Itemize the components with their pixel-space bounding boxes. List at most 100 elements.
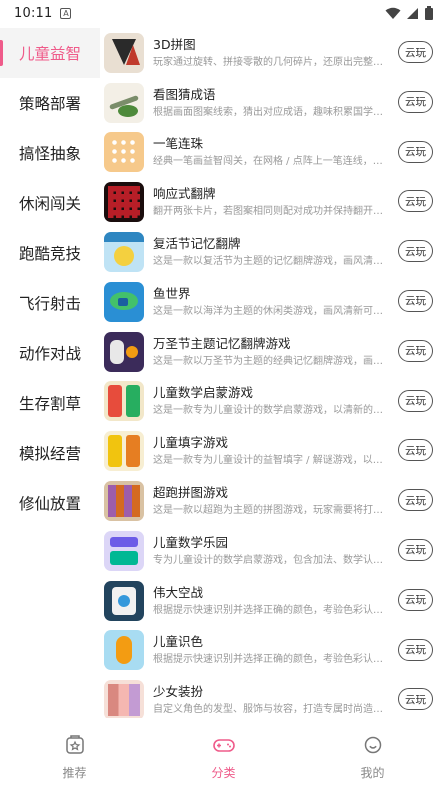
game-title: 伟大空战 bbox=[153, 584, 204, 600]
sidebar-item-idle[interactable]: 修仙放置 bbox=[0, 478, 100, 528]
sidebar-item-label: 飞行射击 bbox=[18, 295, 81, 313]
sidebar-item-label: 搞怪抽象 bbox=[18, 145, 81, 163]
fish-world-icon bbox=[104, 281, 144, 322]
battery-icon bbox=[425, 6, 433, 20]
cloud-play-button[interactable]: 云玩 bbox=[398, 688, 433, 711]
game-description: 这是一款专为儿童设计的数学启蒙游戏，以清新的田... bbox=[153, 405, 389, 417]
sidebar-item-label: 动作对战 bbox=[18, 345, 81, 363]
list-item[interactable]: 复活节记忆翻牌 这是一款以复活节为主题的记忆翻牌游戏，画风清新... 云玩 bbox=[100, 227, 447, 277]
puzzle-3d-icon bbox=[104, 32, 144, 73]
kids-color-icon bbox=[104, 630, 144, 671]
tab-label: 分类 bbox=[211, 766, 236, 780]
easter-memory-icon bbox=[104, 232, 144, 273]
sidebar-item-kids-puzzle[interactable]: 儿童益智 bbox=[0, 28, 100, 78]
game-description: 专为儿童设计的数学启蒙游戏，包含加法、数学认知... bbox=[153, 554, 389, 566]
supercar-puzzle-icon bbox=[104, 481, 144, 522]
status-indicators bbox=[385, 6, 433, 20]
notification-icon: A bbox=[60, 7, 72, 19]
air-battle-icon bbox=[104, 580, 144, 621]
cloud-play-button[interactable]: 云玩 bbox=[398, 339, 433, 362]
cloud-play-button[interactable]: 云玩 bbox=[398, 538, 433, 561]
game-title: 儿童识色 bbox=[153, 634, 204, 650]
list-item[interactable]: 超跑拼图游戏这是一款以超跑为主题的拼图游戏，玩家需要将打乱... 云玩 bbox=[100, 476, 447, 526]
game-description: 这是一款以海洋为主题的休闲类游戏，画风清新可爱... bbox=[153, 305, 389, 317]
one-stroke-icon bbox=[104, 132, 144, 173]
kids-math-icon bbox=[104, 381, 144, 422]
wifi-icon bbox=[385, 7, 401, 19]
cloud-play-button[interactable]: 云玩 bbox=[398, 289, 433, 312]
game-description: 这是一款以万圣节为主题的经典记忆翻牌游戏，画面... bbox=[153, 355, 389, 367]
list-item[interactable]: 万圣节主题记忆翻牌游戏这是一款以万圣节为主题的经典记忆翻牌游戏，画面... 云玩 bbox=[100, 327, 447, 377]
list-item[interactable]: 儿童数学启蒙游戏这是一款专为儿童设计的数学启蒙游戏，以清新的田... 云玩 bbox=[100, 377, 447, 427]
game-description: 经典一笔画益智闯关，在网格 / 点阵上一笔连线，不... bbox=[153, 156, 389, 168]
cloud-play-button[interactable]: 云玩 bbox=[398, 489, 433, 512]
game-title: 一笔连珠 bbox=[153, 136, 204, 152]
game-description: 这是一款以超跑为主题的拼图游戏，玩家需要将打乱... bbox=[153, 505, 389, 517]
category-sidebar: 儿童益智 策略部署 搞怪抽象 休闲闯关 跑酷竞技 飞行射击 动作对战 生存割草 … bbox=[0, 28, 100, 528]
tab-recommend[interactable]: 推荐 bbox=[0, 732, 149, 794]
game-title: 儿童填字游戏 bbox=[153, 435, 229, 451]
cloud-play-button[interactable]: 云玩 bbox=[398, 588, 433, 611]
list-item[interactable]: 伟大空战根据提示快速识别并选择正确的颜色，考验色彩认知... 云玩 bbox=[100, 576, 447, 626]
list-item[interactable]: 一笔连珠经典一笔画益智闯关，在网格 / 点阵上一笔连线，不... 云玩 bbox=[100, 128, 447, 178]
list-item[interactable]: 响应式翻牌翻开两张卡片，若图案相同则配对成功并保持翻开状... 云玩 bbox=[100, 177, 447, 227]
halloween-memory-icon bbox=[104, 331, 144, 372]
tab-label: 推荐 bbox=[62, 766, 87, 780]
cloud-play-button[interactable]: 云玩 bbox=[398, 90, 433, 113]
list-item[interactable]: 儿童填字游戏这是一款专为儿童设计的益智填字 / 解谜游戏，以气... 云玩 bbox=[100, 426, 447, 476]
cloud-play-button[interactable]: 云玩 bbox=[398, 140, 433, 163]
sidebar-item-shooting[interactable]: 飞行射击 bbox=[0, 278, 100, 328]
sidebar-item-label: 儿童益智 bbox=[18, 45, 81, 63]
sidebar-item-label: 休闲闯关 bbox=[18, 195, 81, 213]
game-description: 这是一款专为儿童设计的益智填字 / 解谜游戏，以气... bbox=[153, 455, 389, 467]
game-list: 3D拼图玩家通过旋转、拼接零散的几何碎片，还原出完整的 3... 云玩 看图猜成… bbox=[100, 28, 447, 718]
game-title: 看图猜成语 bbox=[153, 86, 216, 102]
list-item[interactable]: 儿童数学乐园专为儿童设计的数学启蒙游戏，包含加法、数学认知... 云玩 bbox=[100, 526, 447, 576]
cloud-play-button[interactable]: 云玩 bbox=[398, 190, 433, 213]
status-bar: 10:11 A bbox=[0, 0, 447, 26]
sidebar-item-casual[interactable]: 休闲闯关 bbox=[0, 178, 100, 228]
game-description: 根据提示快速识别并选择正确的颜色，考验色彩认知... bbox=[153, 604, 389, 616]
idiom-guess-icon bbox=[104, 82, 144, 123]
sidebar-item-parkour[interactable]: 跑酷竞技 bbox=[0, 228, 100, 278]
profile-icon bbox=[364, 736, 381, 754]
cloud-play-button[interactable]: 云玩 bbox=[398, 439, 433, 462]
game-title: 响应式翻牌 bbox=[153, 186, 216, 202]
game-description: 玩家通过旋转、拼接零散的几何碎片，还原出完整的 3... bbox=[153, 56, 389, 68]
game-description: 根据画面图案线索，猜出对应成语，趣味积累国学知识 bbox=[153, 106, 389, 118]
game-title: 少女装扮 bbox=[153, 684, 204, 700]
game-description: 自定义角色的发型、服饰与妆容，打造专属时尚造型... bbox=[153, 704, 389, 716]
game-title: 儿童数学启蒙游戏 bbox=[153, 385, 254, 401]
game-description: 根据提示快速识别并选择正确的颜色，考验色彩认知... bbox=[153, 654, 389, 666]
sidebar-item-label: 模拟经营 bbox=[18, 445, 81, 463]
game-title: 儿童数学乐园 bbox=[153, 534, 229, 550]
game-title: 万圣节主题记忆翻牌游戏 bbox=[153, 335, 291, 351]
gamepad-icon bbox=[212, 739, 235, 752]
kids-math-park-icon bbox=[104, 530, 144, 571]
list-item[interactable]: 鱼世界这是一款以海洋为主题的休闲类游戏，画风清新可爱... 云玩 bbox=[100, 277, 447, 327]
kids-crossword-icon bbox=[104, 431, 144, 472]
cloud-play-button[interactable]: 云玩 bbox=[398, 240, 433, 263]
game-title: 复活节记忆翻牌 bbox=[153, 236, 241, 252]
sidebar-item-funny[interactable]: 搞怪抽象 bbox=[0, 128, 100, 178]
cloud-play-button[interactable]: 云玩 bbox=[398, 638, 433, 661]
list-item[interactable]: 少女装扮自定义角色的发型、服饰与妆容，打造专属时尚造型... 云玩 bbox=[100, 675, 447, 718]
sidebar-item-strategy[interactable]: 策略部署 bbox=[0, 78, 100, 128]
girl-dressup-icon bbox=[104, 680, 144, 718]
tab-category[interactable]: 分类 bbox=[149, 732, 298, 794]
tab-profile[interactable]: 我的 bbox=[298, 732, 447, 794]
list-item[interactable]: 儿童识色根据提示快速识别并选择正确的颜色，考验色彩认知... 云玩 bbox=[100, 626, 447, 676]
sidebar-item-simulation[interactable]: 模拟经营 bbox=[0, 428, 100, 478]
game-title: 超跑拼图游戏 bbox=[153, 485, 229, 501]
list-item[interactable]: 看图猜成语根据画面图案线索，猜出对应成语，趣味积累国学知识 云玩 bbox=[100, 78, 447, 128]
sidebar-item-action[interactable]: 动作对战 bbox=[0, 328, 100, 378]
game-description: 翻开两张卡片，若图案相同则配对成功并保持翻开状... bbox=[153, 206, 389, 218]
game-title: 鱼世界 bbox=[153, 285, 191, 301]
cloud-play-button[interactable]: 云玩 bbox=[398, 389, 433, 412]
card-flip-icon bbox=[104, 182, 144, 223]
sidebar-item-label: 生存割草 bbox=[18, 395, 81, 413]
list-item[interactable]: 3D拼图玩家通过旋转、拼接零散的几何碎片，还原出完整的 3... 云玩 bbox=[100, 28, 447, 78]
game-title: 3D拼图 bbox=[153, 36, 196, 52]
cloud-play-button[interactable]: 云玩 bbox=[398, 41, 433, 63]
sidebar-item-survival[interactable]: 生存割草 bbox=[0, 378, 100, 428]
